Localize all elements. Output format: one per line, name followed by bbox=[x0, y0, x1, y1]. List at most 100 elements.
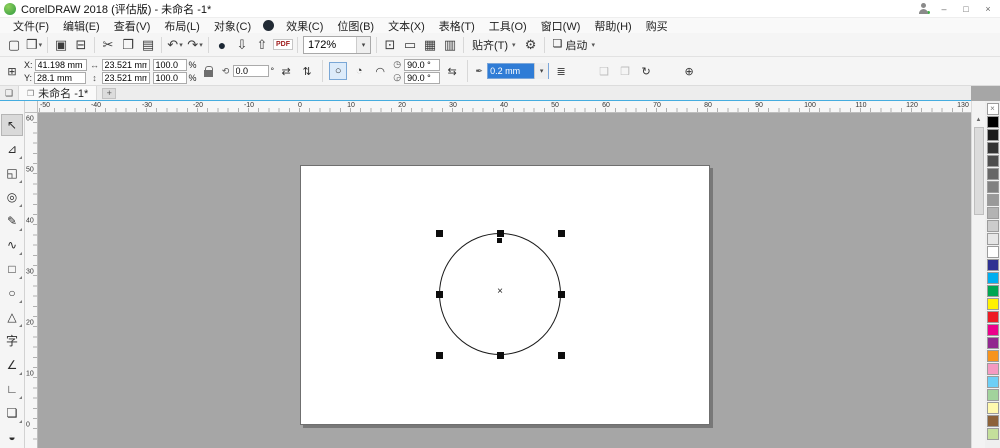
maximize-button[interactable]: □ bbox=[958, 4, 974, 14]
scale-x-input[interactable] bbox=[152, 58, 187, 71]
color-swatch-90-black[interactable] bbox=[986, 129, 999, 141]
open-button[interactable]: ❒ ▾ bbox=[24, 35, 44, 55]
menu-item-9[interactable]: 工具(O) bbox=[482, 18, 534, 34]
color-swatch-brown[interactable] bbox=[986, 415, 999, 427]
color-swatch-red[interactable] bbox=[986, 311, 999, 323]
menu-item-0[interactable]: 文件(F) bbox=[6, 18, 56, 34]
dropdown-arrow-icon[interactable]: ▾ bbox=[39, 41, 43, 49]
ellipse-tool[interactable]: ○ bbox=[1, 282, 23, 304]
color-swatch-light-yellow[interactable] bbox=[986, 402, 999, 414]
ruler-corner[interactable] bbox=[25, 101, 38, 113]
selection-handle-bottom-middle[interactable] bbox=[497, 352, 504, 359]
close-button[interactable]: × bbox=[980, 4, 996, 14]
rotation-angle-input[interactable] bbox=[232, 65, 269, 77]
scale-y-input[interactable] bbox=[152, 71, 187, 84]
quick-customize-button[interactable]: ⊕ bbox=[680, 62, 698, 80]
dropdown-arrow-icon[interactable]: ▾ bbox=[199, 41, 203, 49]
shape-tool[interactable]: ⊿ bbox=[1, 138, 23, 160]
menu-item-12[interactable]: 购买 bbox=[639, 18, 675, 34]
zoom-tool[interactable]: ◎ bbox=[1, 186, 23, 208]
arc-mode-button[interactable]: ◠ bbox=[371, 62, 389, 80]
zoom-level-input[interactable] bbox=[304, 36, 356, 53]
menu-item-10[interactable]: 窗口(W) bbox=[534, 18, 588, 34]
new-tab-button[interactable]: + bbox=[102, 87, 117, 99]
artistic-media-tool[interactable]: ∿ bbox=[1, 234, 23, 256]
color-swatch-light-green[interactable] bbox=[986, 428, 999, 440]
document-tab-active[interactable]: ❒ 未命名 -1* bbox=[18, 86, 98, 100]
color-swatch-no-color[interactable]: × bbox=[986, 103, 999, 115]
selection-handle-middle-left[interactable] bbox=[436, 291, 443, 298]
selection-handle-bottom-left[interactable] bbox=[436, 352, 443, 359]
start-angle-input[interactable] bbox=[404, 58, 441, 71]
search-content-button[interactable]: ● bbox=[212, 35, 232, 55]
rectangle-tool[interactable]: □ bbox=[1, 258, 23, 280]
drop-shadow-tool[interactable]: ❏ bbox=[1, 402, 23, 424]
menu-item-8[interactable]: 表格(T) bbox=[432, 18, 482, 34]
selection-handle-top-left[interactable] bbox=[436, 230, 443, 237]
outline-width-input[interactable] bbox=[488, 64, 535, 78]
dimension-tool[interactable]: ∠ bbox=[1, 354, 23, 376]
drawing-canvas[interactable]: × bbox=[38, 113, 971, 448]
full-screen-preview-button[interactable]: ⊡ bbox=[380, 35, 400, 55]
pick-tool[interactable]: ↖ bbox=[1, 114, 23, 136]
object-height-input[interactable] bbox=[101, 71, 150, 84]
import-button[interactable]: ⇩ bbox=[232, 35, 252, 55]
outline-width-combo[interactable]: ▾ bbox=[487, 63, 550, 79]
color-swatch-yellow[interactable] bbox=[986, 298, 999, 310]
color-swatch-green[interactable] bbox=[986, 285, 999, 297]
color-swatch-pink[interactable] bbox=[986, 363, 999, 375]
undo-button[interactable]: ↶ ▾ bbox=[165, 35, 185, 55]
print-button[interactable]: ⊟ bbox=[71, 35, 91, 55]
color-swatch-black[interactable] bbox=[986, 116, 999, 128]
polygon-tool[interactable]: △ bbox=[1, 306, 23, 328]
options-button[interactable]: ⚙ bbox=[521, 35, 541, 55]
cut-button[interactable]: ✂ bbox=[98, 35, 118, 55]
scroll-up-icon[interactable]: ▲ bbox=[972, 113, 985, 127]
color-swatch-20-black[interactable] bbox=[986, 220, 999, 232]
color-swatch-magenta[interactable] bbox=[986, 324, 999, 336]
convert-to-curves-button[interactable]: ↻ bbox=[637, 62, 655, 80]
selection-handle-bottom-right[interactable] bbox=[558, 352, 565, 359]
color-swatch-10-black[interactable] bbox=[986, 233, 999, 245]
menu-item-6[interactable]: 位图(B) bbox=[330, 18, 381, 34]
object-center-mark[interactable]: × bbox=[494, 287, 506, 297]
horizontal-ruler[interactable]: -50 -40 -30 -20 -10 0 10 20 30 40 50 60 70 80 90 100 110… bbox=[38, 101, 971, 113]
selection-handle-top-middle[interactable] bbox=[497, 230, 504, 237]
menu-item-5[interactable]: 效果(C) bbox=[279, 18, 330, 34]
zoom-level-combo[interactable]: ▾ bbox=[303, 35, 371, 54]
selection-handle-middle-right[interactable] bbox=[558, 291, 565, 298]
color-swatch-50-black[interactable] bbox=[986, 181, 999, 193]
redo-button[interactable]: ↷ ▾ bbox=[185, 35, 205, 55]
copy-button[interactable]: ❐ bbox=[118, 35, 138, 55]
selection-handle-top-right[interactable] bbox=[558, 230, 565, 237]
vertical-ruler[interactable]: 60 50 40 30 20 10 0 bbox=[25, 113, 38, 448]
menu-item-2[interactable]: 查看(V) bbox=[107, 18, 158, 34]
color-swatch-70-black[interactable] bbox=[986, 155, 999, 167]
menu-item-11[interactable]: 帮助(H) bbox=[587, 18, 638, 34]
pie-mode-button[interactable]: ◔ bbox=[350, 62, 368, 80]
snap-to-dropdown[interactable]: 贴齐(T) ▾ bbox=[467, 35, 521, 55]
lock-ratio-button[interactable] bbox=[200, 62, 218, 80]
show-rulers-button[interactable]: ▭ bbox=[400, 35, 420, 55]
crop-tool[interactable]: ◱ bbox=[1, 162, 23, 184]
menu-item-1[interactable]: 编辑(E) bbox=[56, 18, 107, 34]
color-swatch-white[interactable] bbox=[986, 246, 999, 258]
mirror-horizontal-button[interactable]: ⇄ bbox=[277, 62, 295, 80]
minimize-button[interactable]: – bbox=[936, 4, 952, 14]
zoom-dropdown-icon[interactable]: ▾ bbox=[356, 36, 370, 53]
show-guidelines-button[interactable]: ▥ bbox=[440, 35, 460, 55]
color-swatch-80-black[interactable] bbox=[986, 142, 999, 154]
ellipse-node[interactable] bbox=[497, 238, 502, 243]
color-swatch-blue[interactable] bbox=[986, 259, 999, 271]
freehand-tool[interactable]: ✎ bbox=[1, 210, 23, 232]
new-document-button[interactable]: ▢ bbox=[4, 35, 24, 55]
object-width-input[interactable] bbox=[101, 58, 150, 71]
scrollbar-thumb[interactable] bbox=[973, 127, 984, 215]
color-swatch-mint-green[interactable] bbox=[986, 389, 999, 401]
color-swatch-orange[interactable] bbox=[986, 350, 999, 362]
color-swatch-40-black[interactable] bbox=[986, 194, 999, 206]
menu-item-7[interactable]: 文本(X) bbox=[381, 18, 432, 34]
transparency-tool[interactable]: ◒ bbox=[1, 426, 23, 448]
connector-tool[interactable]: ∟ bbox=[1, 378, 23, 400]
y-position-input[interactable] bbox=[34, 71, 87, 84]
